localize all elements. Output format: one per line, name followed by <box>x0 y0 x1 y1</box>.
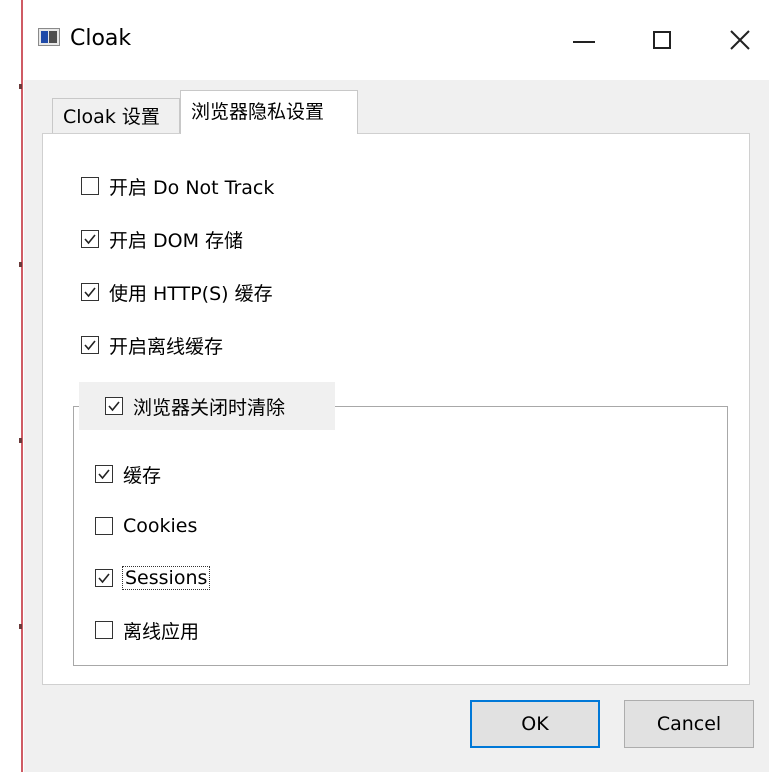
option-label: 开启离线缓存 <box>109 335 224 358</box>
checkbox[interactable] <box>95 569 113 587</box>
clear-cookies-option[interactable]: Cookies <box>95 511 197 541</box>
app-icon-part <box>41 31 48 43</box>
checkbox[interactable] <box>81 177 99 195</box>
minimize-icon <box>573 41 595 43</box>
close-button[interactable] <box>712 14 768 66</box>
checkbox[interactable] <box>95 465 113 483</box>
edge-tick <box>19 438 22 443</box>
edge-tick <box>19 262 22 267</box>
clear-offline-apps-option[interactable]: 离线应用 <box>95 615 199 645</box>
checkbox[interactable] <box>95 621 113 639</box>
background-window-edge <box>0 0 24 772</box>
checkbox[interactable] <box>81 336 99 354</box>
checkmark-icon <box>98 573 110 584</box>
cancel-button[interactable]: Cancel <box>624 700 754 748</box>
close-icon <box>730 30 750 50</box>
checkbox[interactable] <box>105 397 123 415</box>
checkmark-icon <box>98 469 110 480</box>
checkmark-icon <box>84 234 96 245</box>
checkmark-icon <box>84 287 96 298</box>
option-label: 开启 Do Not Track <box>109 176 275 199</box>
option-http-cache[interactable]: 使用 HTTP(S) 缓存 <box>81 277 273 307</box>
option-label: 开启 DOM 存储 <box>109 229 244 252</box>
privacy-settings-panel: 开启 Do Not Track 开启 DOM 存储 使用 HTTP(S) 缓存 … <box>42 133 750 685</box>
clear-sessions-option[interactable]: Sessions <box>95 563 211 593</box>
minimize-button[interactable] <box>556 14 612 66</box>
background-edge-line <box>21 0 23 772</box>
window-title: Cloak <box>70 26 132 51</box>
app-icon <box>38 28 60 46</box>
checkbox[interactable] <box>81 283 99 301</box>
checkbox[interactable] <box>81 230 99 248</box>
tab-cloak-settings[interactable]: Cloak 设置 <box>52 98 180 134</box>
option-dom-storage[interactable]: 开启 DOM 存储 <box>81 224 243 254</box>
maximize-icon <box>653 31 671 49</box>
ok-button[interactable]: OK <box>470 700 600 748</box>
edge-tick <box>19 84 22 89</box>
title-bar[interactable]: Cloak <box>24 0 769 80</box>
option-label: 缓存 <box>123 464 162 487</box>
option-do-not-track[interactable]: 开启 Do Not Track <box>81 171 274 201</box>
edge-tick <box>19 624 22 629</box>
cloak-dialog: Cloak Cloak 设置 浏览器隐私设置 开启 Do Not Track 开… <box>24 0 769 772</box>
option-label: Sessions <box>121 566 211 590</box>
option-label: 使用 HTTP(S) 缓存 <box>109 282 273 305</box>
checkmark-icon <box>84 340 96 351</box>
clear-cache-option[interactable]: 缓存 <box>95 459 161 489</box>
checkmark-icon <box>108 401 120 412</box>
option-label: 离线应用 <box>123 620 200 643</box>
option-offline-cache[interactable]: 开启离线缓存 <box>81 330 223 360</box>
option-label: Cookies <box>123 515 198 537</box>
maximize-button[interactable] <box>634 14 690 66</box>
group-label: 浏览器关闭时清除 <box>133 396 286 419</box>
clear-on-close-toggle[interactable]: 浏览器关闭时清除 <box>79 382 335 430</box>
checkbox[interactable] <box>95 517 113 535</box>
app-icon-part <box>49 31 57 43</box>
tab-browser-privacy[interactable]: 浏览器隐私设置 <box>180 90 358 134</box>
